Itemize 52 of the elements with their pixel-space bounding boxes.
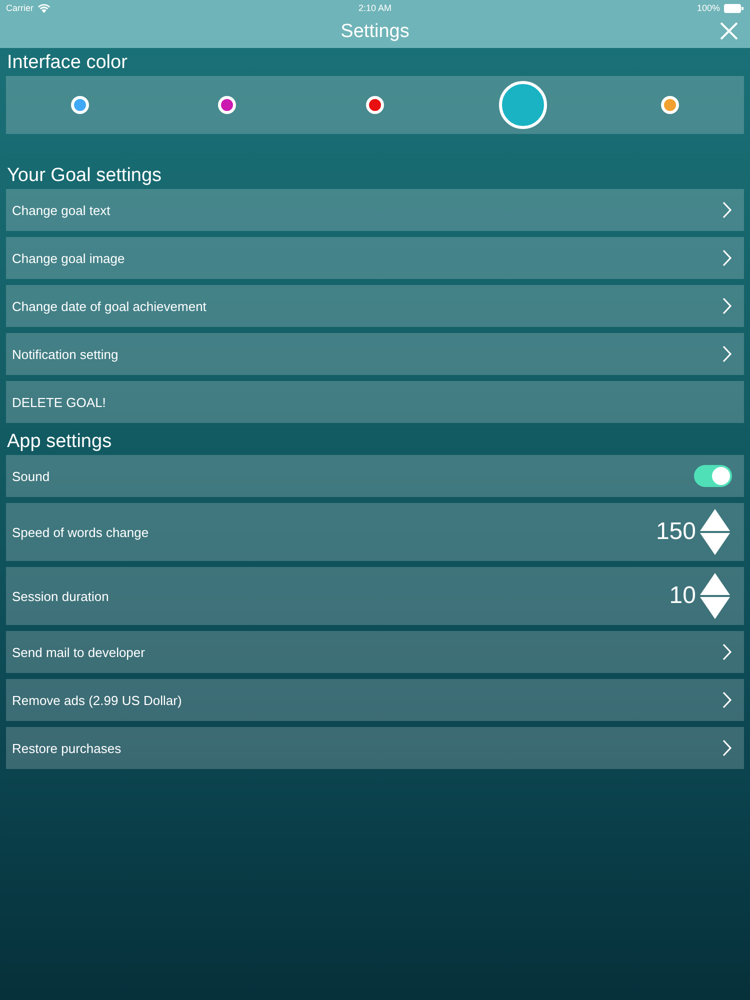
row-label: Remove ads (2.99 US Dollar)	[12, 692, 182, 708]
settings-row[interactable]: Change goal image	[6, 237, 744, 279]
settings-row[interactable]: Change goal text	[6, 189, 744, 231]
color-swatch[interactable]	[498, 81, 547, 129]
row-label: Notification setting	[12, 346, 118, 362]
settings-row[interactable]: Remove ads (2.99 US Dollar)	[6, 679, 744, 721]
battery-percentage: 100%	[696, 3, 720, 13]
up-triangle-icon	[700, 573, 730, 595]
chevron-right-icon	[722, 249, 732, 267]
carrier-label: Carrier	[6, 3, 34, 13]
down-triangle-icon	[700, 597, 730, 619]
up-triangle-icon	[700, 509, 730, 531]
toggle-switch[interactable]	[694, 465, 732, 487]
color-swatch[interactable]	[366, 96, 384, 114]
row-label: DELETE GOAL!	[12, 394, 106, 410]
close-icon	[720, 22, 738, 40]
wifi-icon	[38, 4, 50, 12]
section-title: Your Goal settings	[6, 164, 163, 188]
chevron-right-icon	[722, 691, 732, 709]
row-label: Session duration	[12, 588, 109, 604]
color-swatch[interactable]	[70, 96, 89, 114]
row-label: Send mail to developer	[12, 644, 145, 660]
battery-icon	[724, 4, 744, 12]
row-label: Change goal text	[12, 202, 110, 218]
color-swatch[interactable]	[218, 96, 236, 114]
settings-row[interactable]: Change date of goal achievement	[6, 285, 744, 327]
settings-row[interactable]: Send mail to developer	[6, 631, 744, 673]
clock-time: 2:10 AM	[358, 3, 392, 13]
stepper-value: 10	[669, 582, 696, 610]
color-swatch[interactable]	[661, 96, 680, 114]
decrement-button[interactable]	[700, 597, 730, 619]
section-title: App settings	[6, 430, 113, 454]
chevron-right-icon	[722, 201, 732, 219]
row-label: Change goal image	[12, 250, 125, 266]
increment-button[interactable]	[700, 509, 730, 531]
chevron-right-icon	[722, 643, 732, 661]
settings-row[interactable]: DELETE GOAL!	[6, 381, 744, 423]
chevron-right-icon	[722, 739, 732, 757]
screen-title: Settings	[340, 21, 410, 43]
row-label: Change date of goal achievement	[12, 298, 206, 314]
chevron-right-icon	[722, 345, 732, 363]
increment-button[interactable]	[700, 573, 730, 595]
stepper-value: 150	[656, 518, 696, 546]
row-label: Restore purchases	[12, 740, 122, 756]
settings-row[interactable]: Notification setting	[6, 333, 744, 375]
down-triangle-icon	[700, 533, 730, 555]
row-label: Speed of words change	[12, 524, 149, 540]
row-label: Sound	[12, 468, 50, 484]
chevron-right-icon	[722, 297, 732, 315]
section-title: Interface color	[6, 51, 128, 75]
decrement-button[interactable]	[700, 533, 730, 555]
settings-row[interactable]: Restore purchases	[6, 727, 744, 769]
